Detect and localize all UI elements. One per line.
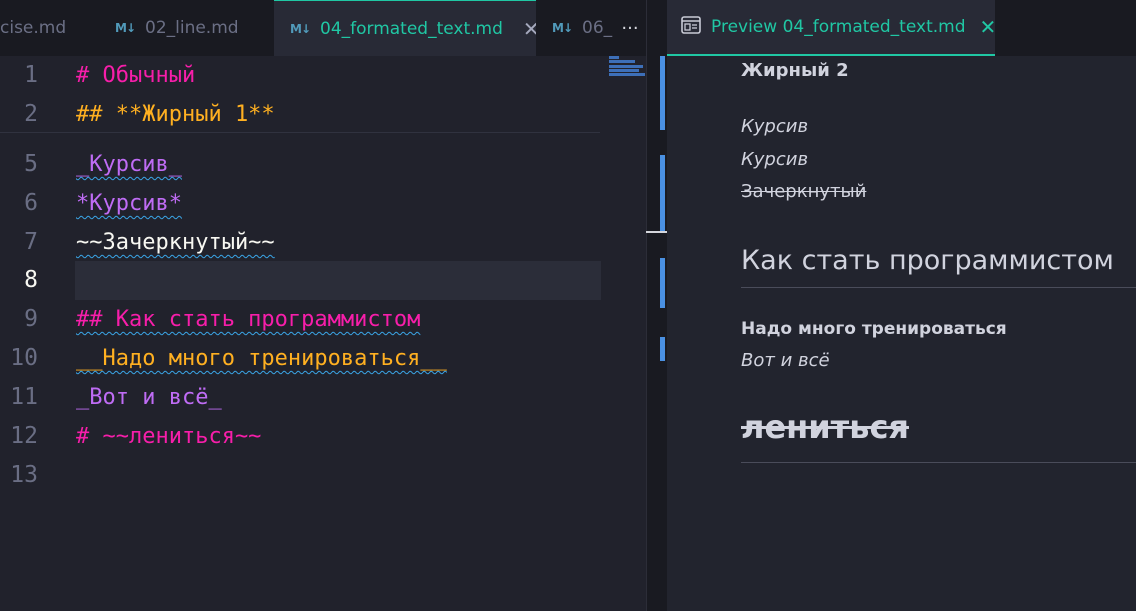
editor-line: 12 # ~~лениться~~: [0, 417, 646, 456]
editor-line: 6 *Курсив*: [0, 184, 646, 223]
code-text: ~~Зачеркнутый~~: [76, 230, 275, 255]
more-icon: ···: [621, 17, 639, 39]
close-icon[interactable]: ✕: [980, 15, 996, 39]
h2-rule: [741, 287, 1136, 288]
code-text: # ~~лениться~~: [76, 424, 262, 449]
line-number: 12: [10, 423, 38, 449]
code-text: _Вот и всё_: [76, 385, 222, 410]
code-text: ## Как стать программистом: [76, 307, 421, 332]
line-number: 7: [24, 229, 38, 255]
editor-line: 9 ## Как стать программистом: [0, 300, 646, 339]
tab-label: 06_: [582, 18, 613, 38]
preview-h1-strike: лениться: [741, 408, 909, 446]
tab-06-md[interactable]: M↓ 06_: [536, 0, 614, 56]
preview-strikethrough: Зачеркнутый: [741, 181, 867, 202]
code-text: __Надо много тренироваться__: [76, 346, 447, 371]
editor-line: 5 _Курсив_: [0, 145, 646, 184]
change-indicator: [660, 258, 665, 308]
markdown-icon: M↓: [115, 21, 136, 35]
editor-line-current: 8: [0, 261, 646, 300]
code-text: _Курсив_: [76, 152, 182, 177]
line-number: 13: [10, 462, 38, 488]
line-number: 5: [24, 151, 38, 177]
tab-exercise-md[interactable]: cise.md: [0, 0, 95, 56]
preview-italic: Курсив: [741, 116, 809, 137]
markdown-preview: Жирный 2 Курсив Курсив Зачеркнутый Как с…: [660, 56, 1136, 611]
editor-line: 13: [0, 456, 646, 495]
preview-icon: [681, 15, 701, 39]
change-indicator: [660, 155, 665, 231]
change-indicator: [660, 56, 665, 130]
line-number: 10: [10, 345, 38, 371]
line-number: 1: [24, 62, 38, 88]
tab-label: 04_formated_text.md: [320, 18, 503, 39]
tab-preview[interactable]: Preview 04_formated_text.md ✕: [667, 0, 995, 56]
code-text: *Курсив*: [76, 191, 182, 216]
line-number: 2: [24, 101, 38, 127]
editor-line: 2 ## **Жирный 1**: [0, 95, 646, 134]
editor-line: 11 _Вот и всё_: [0, 378, 646, 417]
preview-h2: Как стать программистом: [741, 245, 1114, 276]
tab-02-line-md[interactable]: M↓ 02_line.md: [95, 0, 274, 56]
code-text: # Обычный: [76, 63, 196, 88]
preview-italic: Вот и всё: [741, 350, 830, 371]
preview-bold-text: Надо много тренироваться: [741, 319, 1007, 339]
preview-bold-heading: Жирный 2: [741, 60, 849, 81]
tab-label: Preview 04_formated_text.md: [711, 17, 966, 37]
line-number: 6: [24, 190, 38, 216]
code-editor[interactable]: 1 # Обычный 2 ## **Жирный 1** 5 _Курсив_…: [0, 56, 646, 611]
change-indicator: [660, 337, 665, 361]
editor-tab-bar: cise.md M↓ 02_line.md M↓ 04_formated_tex…: [0, 0, 646, 56]
preview-tab-bar: Preview 04_formated_text.md ✕: [667, 0, 1136, 56]
more-actions-button[interactable]: ···: [614, 0, 646, 56]
editor-line: 7 ~~Зачеркнутый~~: [0, 223, 646, 262]
h1-rule: [741, 462, 1136, 463]
line-number: 8: [24, 267, 38, 293]
sash-marker: [646, 231, 667, 233]
tab-label: cise.md: [0, 18, 67, 38]
code-text: ## **Жирный 1**: [76, 102, 275, 127]
close-icon[interactable]: ✕: [523, 17, 536, 41]
editor-line: 1 # Обычный: [0, 56, 646, 95]
tab-04-formated-text-md[interactable]: M↓ 04_formated_text.md ✕: [274, 0, 536, 56]
editor-line: 10 __Надо много тренироваться__: [0, 339, 646, 378]
markdown-icon: M↓: [552, 21, 573, 35]
line-number: 9: [24, 306, 38, 332]
preview-italic: Курсив: [741, 149, 809, 170]
line-number: 11: [10, 384, 38, 410]
tab-label: 02_line.md: [145, 18, 239, 38]
minimap[interactable]: [609, 56, 645, 80]
markdown-icon: M↓: [290, 21, 311, 36]
